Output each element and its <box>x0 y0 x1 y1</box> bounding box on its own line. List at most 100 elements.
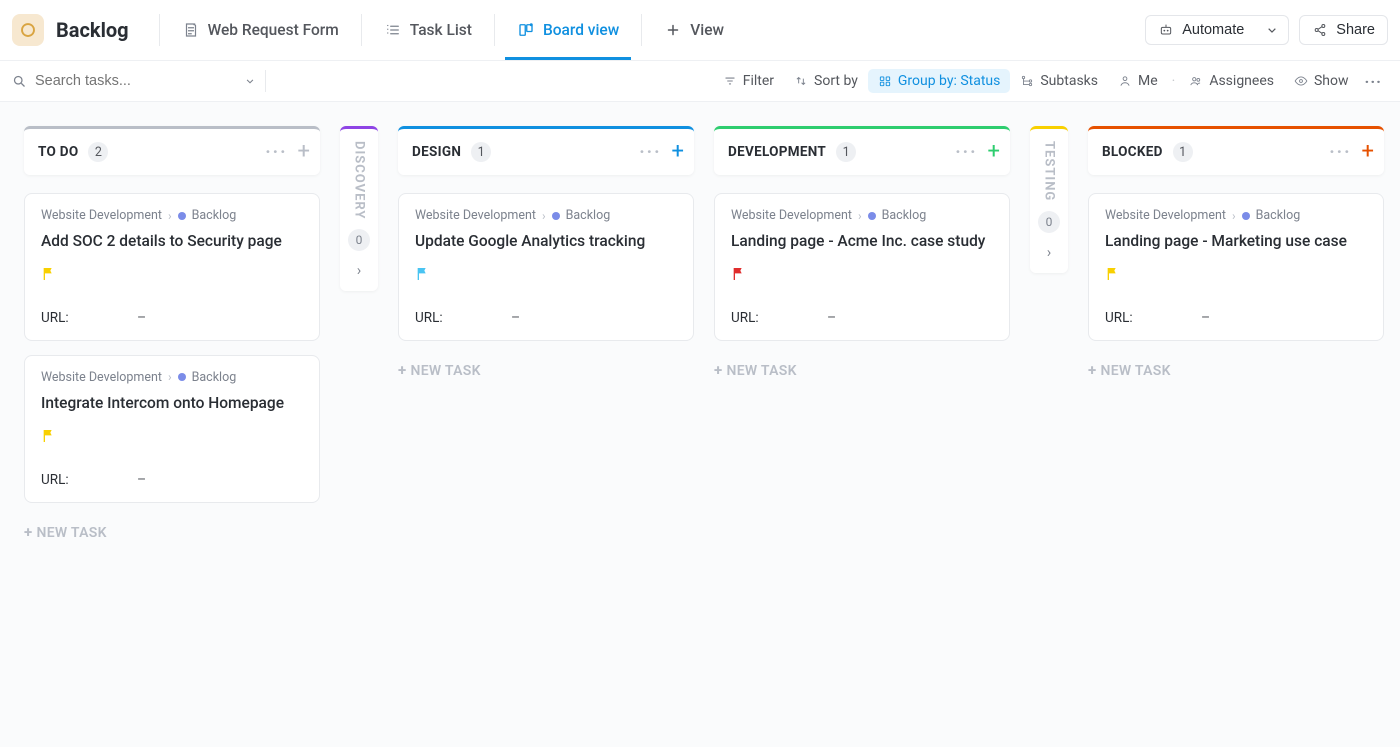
priority-flag[interactable] <box>41 266 303 286</box>
assignees-button[interactable]: Assignees <box>1179 69 1284 93</box>
board: TO DO 2 ··· + Website Development › Back… <box>0 102 1400 747</box>
column-more-button[interactable]: ··· <box>1329 142 1351 163</box>
flag-icon <box>41 266 57 282</box>
breadcrumb-list[interactable]: Backlog <box>1256 208 1301 223</box>
tab-task-list[interactable]: Task List <box>372 0 484 60</box>
column-count: 0 <box>348 229 370 251</box>
plus-icon <box>664 21 682 39</box>
sort-label: Sort by <box>814 73 858 89</box>
sort-button[interactable]: Sort by <box>784 69 868 93</box>
app-header: Backlog Web Request Form Task List Board… <box>0 0 1400 60</box>
more-button[interactable]: ··· <box>1359 70 1388 93</box>
column-title: BLOCKED <box>1102 144 1163 160</box>
assignees-label: Assignees <box>1209 73 1274 89</box>
share-label: Share <box>1336 22 1375 38</box>
share-button[interactable]: Share <box>1299 15 1388 45</box>
add-card-button[interactable]: + <box>988 141 1000 163</box>
column-more-button[interactable]: ··· <box>265 142 287 163</box>
chevron-right-icon: › <box>168 370 172 384</box>
url-value[interactable]: – <box>511 310 520 326</box>
automate-dropdown[interactable] <box>1256 15 1289 45</box>
collapsed-column-header[interactable]: TESTING 0 › <box>1030 126 1068 273</box>
tab-separator <box>494 14 495 46</box>
tab-web-request-form[interactable]: Web Request Form <box>170 0 351 60</box>
breadcrumb-list[interactable]: Backlog <box>192 208 237 223</box>
people-icon <box>1189 74 1203 88</box>
tab-label: Web Request Form <box>208 21 339 39</box>
new-task-button[interactable]: +NEW TASK <box>1088 361 1384 379</box>
add-card-button[interactable]: + <box>298 141 310 163</box>
view-tabs: Web Request Form Task List Board view Vi… <box>149 0 736 60</box>
search-input[interactable] <box>35 73 195 89</box>
cards-list: Website Development › Backlog Add SOC 2 … <box>24 193 320 503</box>
url-label: URL: <box>731 310 827 326</box>
url-value[interactable]: – <box>1201 310 1210 326</box>
breadcrumb-list[interactable]: Backlog <box>566 208 611 223</box>
tab-add-view[interactable]: View <box>652 0 736 60</box>
priority-flag[interactable] <box>415 266 677 286</box>
priority-flag[interactable] <box>1105 266 1367 286</box>
search-icon <box>12 74 27 89</box>
breadcrumb: Website Development › Backlog <box>1105 208 1367 223</box>
list-dot-icon <box>552 212 560 220</box>
show-label: Show <box>1314 73 1349 89</box>
breadcrumb-project[interactable]: Website Development <box>415 208 536 223</box>
breadcrumb: Website Development › Backlog <box>41 208 303 223</box>
breadcrumb-project[interactable]: Website Development <box>41 208 162 223</box>
share-icon <box>1312 22 1328 38</box>
group-button[interactable]: Group by: Status <box>868 69 1010 93</box>
priority-flag[interactable] <box>731 266 993 286</box>
url-value[interactable]: – <box>827 310 836 326</box>
url-label: URL: <box>41 472 137 488</box>
automate-button[interactable]: Automate <box>1145 15 1257 45</box>
new-task-button[interactable]: +NEW TASK <box>24 523 320 541</box>
breadcrumb-project[interactable]: Website Development <box>41 370 162 385</box>
column-more-button[interactable]: ··· <box>955 142 977 163</box>
flag-icon <box>1105 266 1121 282</box>
tab-board-view[interactable]: Board view <box>505 0 631 60</box>
new-task-button[interactable]: +NEW TASK <box>714 361 1010 379</box>
breadcrumb: Website Development › Backlog <box>415 208 677 223</box>
chevron-right-icon: › <box>1232 209 1236 223</box>
new-task-button[interactable]: +NEW TASK <box>398 361 694 379</box>
task-card[interactable]: Website Development › Backlog Landing pa… <box>1088 193 1384 341</box>
column-title: DISCOVERY <box>352 141 367 219</box>
breadcrumb-list[interactable]: Backlog <box>192 370 237 385</box>
url-value[interactable]: – <box>137 472 146 488</box>
breadcrumb-list[interactable]: Backlog <box>882 208 927 223</box>
chevron-right-icon[interactable]: › <box>357 261 362 279</box>
add-card-button[interactable]: + <box>1362 141 1374 163</box>
breadcrumb: Website Development › Backlog <box>41 370 303 385</box>
filter-icon <box>723 74 737 88</box>
list-icon <box>384 21 402 39</box>
column-count: 1 <box>471 142 491 162</box>
task-card[interactable]: Website Development › Backlog Integrate … <box>24 355 320 503</box>
show-button[interactable]: Show <box>1284 69 1359 93</box>
filter-button[interactable]: Filter <box>713 69 784 93</box>
chevron-down-icon[interactable] <box>243 74 257 88</box>
task-card[interactable]: Website Development › Backlog Update Goo… <box>398 193 694 341</box>
group-icon <box>878 74 892 88</box>
me-button[interactable]: Me <box>1108 69 1168 93</box>
priority-flag[interactable] <box>41 428 303 448</box>
column-more-button[interactable]: ··· <box>639 142 661 163</box>
project-circle-icon <box>19 21 37 39</box>
breadcrumb-project[interactable]: Website Development <box>1105 208 1226 223</box>
collapsed-column-header[interactable]: DISCOVERY 0 › <box>340 126 378 291</box>
chevron-right-icon[interactable]: › <box>1047 243 1052 261</box>
search-wrap <box>12 73 257 89</box>
breadcrumb-project[interactable]: Website Development <box>731 208 852 223</box>
person-icon <box>1118 74 1132 88</box>
url-label: URL: <box>1105 310 1201 326</box>
chevron-right-icon: › <box>858 209 862 223</box>
url-value[interactable]: – <box>137 310 146 326</box>
add-card-button[interactable]: + <box>672 141 684 163</box>
toolbar: Filter Sort by Group by: Status Subtasks… <box>0 60 1400 102</box>
url-field-row: URL: – <box>731 310 993 326</box>
tab-label: View <box>690 21 724 39</box>
subtasks-button[interactable]: Subtasks <box>1010 69 1108 93</box>
task-card[interactable]: Website Development › Backlog Add SOC 2 … <box>24 193 320 341</box>
list-dot-icon <box>178 212 186 220</box>
task-card[interactable]: Website Development › Backlog Landing pa… <box>714 193 1010 341</box>
tab-separator <box>361 14 362 46</box>
